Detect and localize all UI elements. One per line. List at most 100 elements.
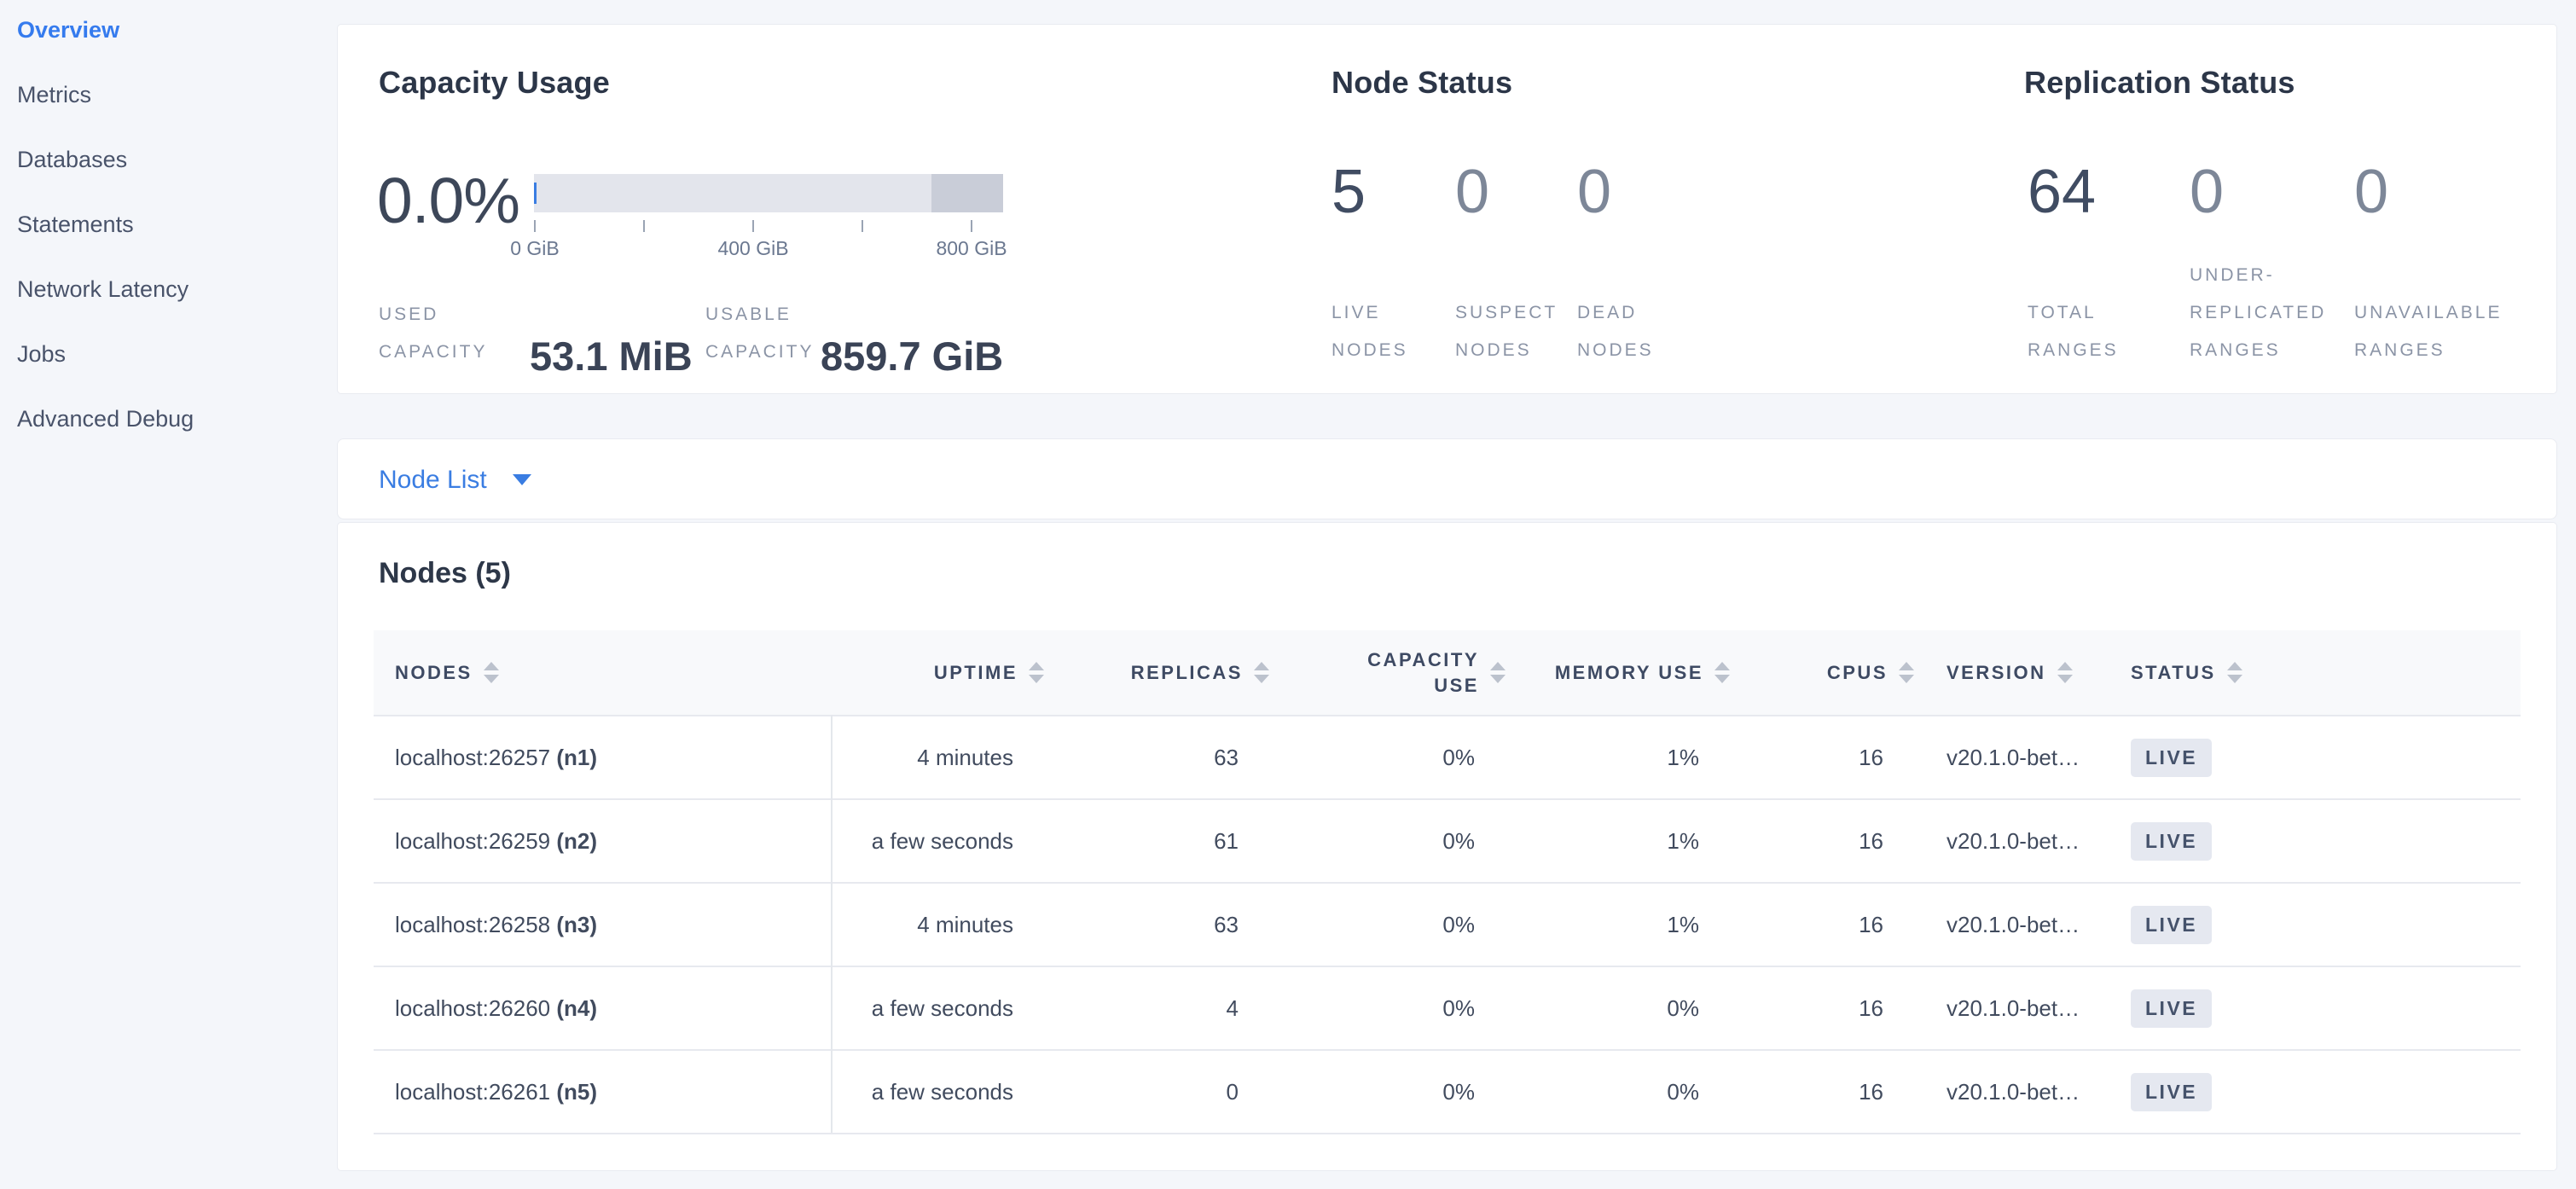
stat-unavailable-ranges: 0 UNAVAILABLE RANGES	[2354, 161, 2525, 393]
usable-capacity-value: 859.7 GiB	[821, 333, 1003, 380]
node-list-dropdown[interactable]: Node List	[379, 439, 531, 520]
status-cell: LIVE	[2102, 883, 2521, 966]
capacity-gauge-bar	[534, 174, 1003, 212]
table-row[interactable]: localhost:26257 (n1) 4 minutes 63 0% 1% …	[374, 716, 2521, 799]
replicas-cell: 4	[1047, 966, 1273, 1050]
sort-icon	[484, 662, 499, 683]
table-row[interactable]: localhost:26260 (n4) a few seconds 4 0% …	[374, 966, 2521, 1050]
sidebar-item-network-latency[interactable]: Network Latency	[17, 275, 337, 304]
node-address: localhost:26260	[395, 995, 550, 1021]
version-cell: v20.1.0-bet…	[1917, 1050, 2102, 1134]
sidebar-item-statements[interactable]: Statements	[17, 210, 337, 239]
stat-live-nodes: 5 LIVE NODES	[1332, 161, 1449, 393]
used-capacity-label: USED CAPACITY	[379, 296, 494, 371]
unavailable-ranges-label: UNAVAILABLE RANGES	[2354, 294, 2525, 369]
node-list-bar: Node List	[337, 438, 2557, 519]
sort-icon	[1714, 662, 1730, 683]
stat-dead-nodes: 0 DEAD NODES	[1577, 161, 1705, 393]
column-label: STATUS	[2131, 662, 2216, 684]
node-address-cell[interactable]: localhost:26261 (n5)	[374, 1050, 832, 1134]
column-label: CPUS	[1827, 662, 1888, 684]
sidebar-item-databases[interactable]: Databases	[17, 145, 337, 174]
cpus-cell: 16	[1733, 966, 1917, 1050]
capacity-use-cell: 0%	[1273, 799, 1509, 883]
live-nodes-label: LIVE NODES	[1332, 294, 1449, 369]
column-header-status[interactable]: STATUS	[2102, 630, 2521, 716]
nodes-table-card: Nodes (5) NODES UPTIME REPLICAS	[337, 522, 2557, 1171]
sort-icon	[2227, 662, 2242, 683]
suspect-nodes-value: 0	[1455, 161, 1573, 223]
version-cell: v20.1.0-bet…	[1917, 716, 2102, 799]
memory-use-cell: 1%	[1509, 716, 1733, 799]
capacity-use-cell: 0%	[1273, 966, 1509, 1050]
table-row[interactable]: localhost:26258 (n3) 4 minutes 63 0% 1% …	[374, 883, 2521, 966]
column-header-cpus[interactable]: CPUS	[1733, 630, 1917, 716]
status-cell: LIVE	[2102, 1050, 2521, 1134]
axis-label-800gib: 800 GiB	[912, 237, 1031, 260]
capacity-use-cell: 0%	[1273, 883, 1509, 966]
capacity-axis-ticks	[534, 220, 1003, 232]
uptime-cell: a few seconds	[832, 799, 1047, 883]
version-cell: v20.1.0-bet…	[1917, 966, 2102, 1050]
stat-suspect-nodes: 0 SUSPECT NODES	[1455, 161, 1573, 393]
capacity-use-cell: 0%	[1273, 716, 1509, 799]
column-label: CAPACITY USE	[1334, 647, 1479, 699]
cpus-cell: 16	[1733, 799, 1917, 883]
capacity-usage-title: Capacity Usage	[379, 65, 610, 101]
sidebar-item-overview[interactable]: Overview	[17, 15, 337, 44]
replication-status-title: Replication Status	[2024, 65, 2295, 101]
node-address-cell[interactable]: localhost:26257 (n1)	[374, 716, 832, 799]
uptime-cell: 4 minutes	[832, 883, 1047, 966]
node-address-cell[interactable]: localhost:26259 (n2)	[374, 799, 832, 883]
column-label: NODES	[395, 662, 473, 684]
axis-label-0gib: 0 GiB	[475, 237, 595, 260]
capacity-use-cell: 0%	[1273, 1050, 1509, 1134]
column-label: UPTIME	[934, 662, 1018, 684]
node-address: localhost:26257	[395, 745, 550, 770]
node-address: localhost:26259	[395, 828, 550, 854]
sort-icon	[1029, 662, 1044, 683]
node-address-cell[interactable]: localhost:26258 (n3)	[374, 883, 832, 966]
node-id: (n5)	[556, 1079, 597, 1105]
memory-use-cell: 0%	[1509, 966, 1733, 1050]
status-badge: LIVE	[2131, 906, 2212, 944]
column-header-nodes[interactable]: NODES	[374, 630, 832, 716]
live-nodes-value: 5	[1332, 161, 1449, 223]
node-id: (n1)	[556, 745, 597, 770]
nodes-table: NODES UPTIME REPLICAS CAPACITY USE MEMOR…	[374, 630, 2521, 1134]
column-header-uptime[interactable]: UPTIME	[832, 630, 1047, 716]
table-header-row: NODES UPTIME REPLICAS CAPACITY USE MEMOR…	[374, 630, 2521, 716]
under-replicated-ranges-value: 0	[2190, 161, 2341, 223]
status-badge: LIVE	[2131, 1073, 2212, 1111]
sidebar-item-metrics[interactable]: Metrics	[17, 80, 337, 109]
memory-use-cell: 1%	[1509, 799, 1733, 883]
total-ranges-label: TOTAL RANGES	[2028, 294, 2155, 369]
replicas-cell: 63	[1047, 883, 1273, 966]
version-cell: v20.1.0-bet…	[1917, 883, 2102, 966]
axis-label-400gib: 400 GiB	[693, 237, 813, 260]
memory-use-cell: 1%	[1509, 883, 1733, 966]
table-row[interactable]: localhost:26259 (n2) a few seconds 61 0%…	[374, 799, 2521, 883]
column-header-memory-use[interactable]: MEMORY USE	[1509, 630, 1733, 716]
cpus-cell: 16	[1733, 1050, 1917, 1134]
status-cell: LIVE	[2102, 799, 2521, 883]
stat-under-replicated-ranges: 0 UNDER-REPLICATED RANGES	[2190, 161, 2341, 393]
status-badge: LIVE	[2131, 822, 2212, 861]
table-row[interactable]: localhost:26261 (n5) a few seconds 0 0% …	[374, 1050, 2521, 1134]
status-badge: LIVE	[2131, 989, 2212, 1028]
overview-page: Overview Metrics Databases Statements Ne…	[0, 0, 2576, 1189]
sort-icon	[1899, 662, 1914, 683]
sidebar-item-jobs[interactable]: Jobs	[17, 339, 337, 368]
replicas-cell: 61	[1047, 799, 1273, 883]
node-address-cell[interactable]: localhost:26260 (n4)	[374, 966, 832, 1050]
column-header-version[interactable]: VERSION	[1917, 630, 2102, 716]
chevron-down-icon	[513, 474, 531, 485]
capacity-gauge-dark-segment	[931, 174, 1003, 212]
node-id: (n3)	[556, 912, 597, 937]
cluster-summary-card: Capacity Usage Node Status Replication S…	[337, 24, 2557, 394]
replicas-cell: 63	[1047, 716, 1273, 799]
replicas-cell: 0	[1047, 1050, 1273, 1134]
sidebar-item-advanced-debug[interactable]: Advanced Debug	[17, 404, 337, 433]
column-header-replicas[interactable]: REPLICAS	[1047, 630, 1273, 716]
column-header-capacity-use[interactable]: CAPACITY USE	[1273, 630, 1509, 716]
